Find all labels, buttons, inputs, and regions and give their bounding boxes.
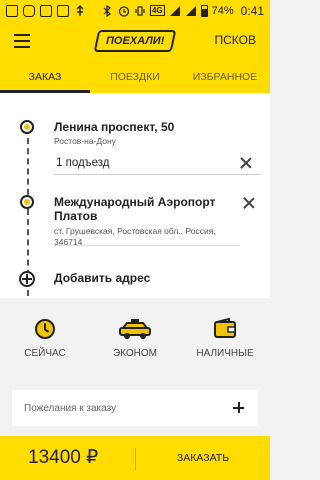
time-option[interactable]: СЕЙЧАС: [0, 318, 90, 370]
payment-option-label: НАЛИЧНЫЕ: [196, 348, 254, 359]
tariff-option[interactable]: ЭКОНОМ: [90, 318, 180, 370]
add-address-icon[interactable]: [19, 271, 35, 287]
alarm-icon: [118, 5, 130, 17]
store-icon: [57, 4, 69, 17]
divider: [54, 245, 240, 246]
signal-icon: [169, 5, 181, 17]
battery-icon: [200, 4, 208, 17]
time-option-label: СЕЙЧАС: [24, 348, 66, 359]
entrance-field[interactable]: 1 подъезд: [54, 151, 260, 175]
status-bar: 4G 74% 0:41: [0, 0, 270, 21]
pickup-pin-icon: [20, 120, 34, 134]
add-wish-icon[interactable]: [233, 402, 244, 413]
logo-text: ПОЕХАЛИ!: [105, 35, 165, 47]
wishes-field[interactable]: Пожелания к заказу: [12, 390, 258, 426]
destination-region-line1: ст. Грушевская, Ростовская обл., Россия,: [54, 226, 216, 236]
bottom-bar: 13400 ₽ ЗАКАЗАТЬ: [0, 436, 270, 480]
entrance-value: 1 подъезд: [56, 156, 110, 169]
order-button[interactable]: ЗАКАЗАТЬ: [136, 436, 270, 480]
tariff-option-label: ЭКОНОМ: [112, 348, 157, 359]
destination-address-line1[interactable]: Международный Аэропорт: [54, 195, 215, 209]
destination-pin-icon: [20, 195, 34, 209]
vibrate-icon: [134, 5, 146, 17]
price: 13400 ₽: [28, 447, 99, 468]
city-selector[interactable]: ПСКОВ: [215, 33, 256, 47]
battery-percent: 74%: [211, 4, 234, 17]
clock-icon: [35, 319, 55, 339]
instagram-icon: [23, 4, 35, 17]
pickup-city: Ростов-на-Дону: [54, 136, 116, 146]
route-card: Ленина проспект, 50 Ростов-на-Дону 1 под…: [0, 93, 270, 298]
pickup-address[interactable]: Ленина проспект, 50: [54, 120, 174, 134]
signal-2-icon: [185, 5, 197, 17]
wishes-placeholder: Пожелания к заказу: [24, 402, 117, 414]
logo: ПОЕХАЛИ!: [93, 30, 177, 52]
remove-destination-icon[interactable]: [243, 197, 255, 209]
bluetooth-icon: [102, 4, 114, 17]
clock-time: 0:41: [240, 3, 264, 18]
add-address-button[interactable]: Добавить адрес: [54, 271, 150, 285]
destination-address-line2[interactable]: Платов: [54, 209, 97, 223]
order-options: СЕЙЧАС ЭКОНОМ НАЛИЧНЫЕ: [0, 318, 270, 370]
usb-icon: [74, 4, 86, 17]
message-icon: [40, 4, 52, 17]
tab-bar: ЗАКАЗ ПОЕЗДКИ ИЗБРАННОЕ: [0, 61, 270, 93]
wallet-icon: [214, 318, 236, 338]
network-type: 4G: [149, 5, 165, 16]
tab-favorites[interactable]: ИЗБРАННОЕ: [180, 61, 270, 93]
app-bar: ПОЕХАЛИ! ПСКОВ: [0, 21, 270, 61]
menu-icon[interactable]: [14, 34, 30, 48]
clear-entrance-icon[interactable]: [240, 157, 252, 169]
notification-icon: [6, 4, 18, 17]
payment-option[interactable]: НАЛИЧНЫЕ: [180, 318, 270, 370]
tab-order[interactable]: ЗАКАЗ: [0, 61, 90, 93]
tab-trips[interactable]: ПОЕЗДКИ: [90, 61, 180, 93]
destination-region-line2: 346714: [54, 237, 83, 247]
taxi-car-icon: [119, 319, 151, 339]
